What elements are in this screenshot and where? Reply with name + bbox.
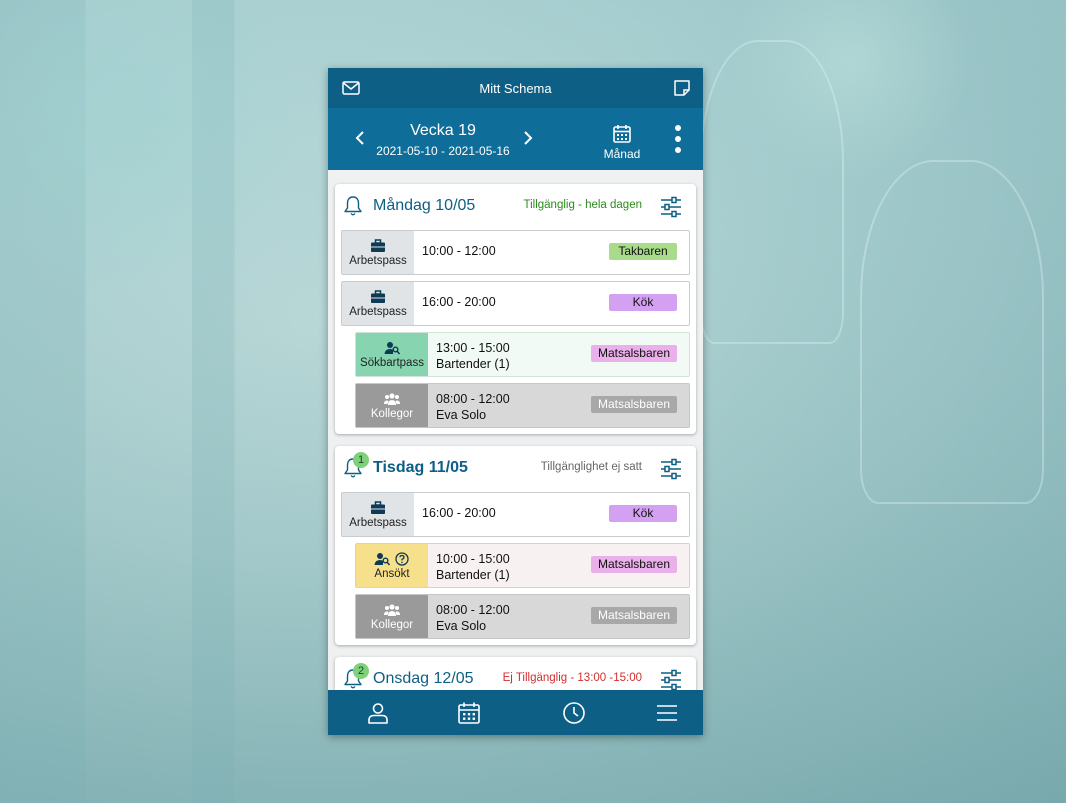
shift-info: 08:00 - 12:00 Eva Solo Matsalsbaren bbox=[428, 595, 689, 638]
day-card: 2 Onsdag 12/05 Ej Tillgänglig - 13:00 -1… bbox=[335, 657, 696, 690]
location-tag: Kök bbox=[609, 294, 677, 311]
search-person-icon bbox=[374, 552, 390, 565]
availability-status[interactable]: Ej Tillgänglig - 13:00 -15:00 bbox=[503, 672, 642, 684]
shift-type-label: Kollegor bbox=[370, 407, 414, 420]
availability-settings-icon[interactable] bbox=[660, 669, 682, 690]
phone-screen: Mitt Schema Vecka 19 2021-05-10 - 2021-0… bbox=[328, 68, 703, 735]
day-header: 2 Onsdag 12/05 Ej Tillgänglig - 13:00 -1… bbox=[341, 663, 690, 690]
shift-info: 08:00 - 12:00 Eva Solo Matsalsbaren bbox=[428, 384, 689, 427]
menu-icon[interactable] bbox=[655, 701, 679, 725]
week-navigator: Vecka 19 2021-05-10 - 2021-05-16 Månad bbox=[328, 108, 703, 170]
app-title: Mitt Schema bbox=[479, 80, 552, 96]
shift-time: 13:00 - 15:00 bbox=[436, 341, 510, 355]
more-options-icon[interactable] bbox=[670, 124, 686, 156]
colleague-row[interactable]: Kollegor 08:00 - 12:00 Eva Solo Matsalsb… bbox=[355, 594, 690, 639]
availability-status[interactable]: Tillgänglighet ej satt bbox=[541, 461, 642, 473]
background-glass bbox=[700, 40, 844, 344]
location-tag: Kök bbox=[609, 505, 677, 522]
calendar-icon bbox=[613, 125, 631, 143]
shift-role: Bartender (1) bbox=[436, 357, 510, 371]
shift-time: 10:00 - 15:00 bbox=[436, 552, 510, 566]
shift-type: Arbetspass bbox=[342, 231, 414, 274]
shift-type-label: Kollegor bbox=[370, 618, 414, 631]
shift-role: Bartender (1) bbox=[436, 568, 510, 582]
shift-time: 08:00 - 12:00 bbox=[436, 392, 510, 406]
shift-info: 16:00 - 20:00 Kök bbox=[414, 493, 689, 536]
day-header: 1 Tisdag 11/05 Tillgänglighet ej satt bbox=[341, 452, 690, 486]
clock-icon[interactable] bbox=[562, 701, 586, 725]
day-title: Onsdag 12/05 bbox=[373, 670, 474, 687]
month-label: Månad bbox=[603, 147, 641, 161]
shift-type: Kollegor bbox=[356, 384, 428, 427]
shift-type-label: Arbetspass bbox=[349, 254, 407, 267]
month-view-button[interactable]: Månad bbox=[602, 124, 642, 161]
shift-type: Sökbartpass bbox=[356, 333, 428, 376]
shift-type-label: Arbetspass bbox=[349, 516, 407, 529]
day-title: Måndag 10/05 bbox=[373, 197, 476, 214]
shift-row[interactable]: Arbetspass 16:00 - 20:00 Kök bbox=[341, 281, 690, 326]
shift-time: 08:00 - 12:00 bbox=[436, 603, 510, 617]
applied-shift-row[interactable]: Ansökt 10:00 - 15:00 Bartender (1) Matsa… bbox=[355, 543, 690, 588]
shift-time: 16:00 - 20:00 bbox=[422, 506, 496, 520]
briefcase-icon bbox=[371, 289, 385, 303]
day-card: 1 Tisdag 11/05 Tillgänglighet ej satt Ar… bbox=[335, 446, 696, 645]
shift-row[interactable]: Arbetspass 10:00 - 12:00 Takbaren bbox=[341, 230, 690, 275]
profile-icon[interactable] bbox=[366, 701, 390, 725]
briefcase-icon bbox=[371, 238, 385, 252]
question-icon bbox=[395, 551, 409, 566]
colleague-row[interactable]: Kollegor 08:00 - 12:00 Eva Solo Matsalsb… bbox=[355, 383, 690, 428]
day-title: Tisdag 11/05 bbox=[373, 459, 468, 476]
calendar-icon[interactable] bbox=[457, 701, 481, 725]
shift-type-label: Ansökt bbox=[374, 567, 410, 580]
shift-type: Arbetspass bbox=[342, 493, 414, 536]
shift-type: Arbetspass bbox=[342, 282, 414, 325]
location-tag: Matsalsbaren bbox=[590, 345, 677, 362]
shift-type-label: Sökbartpass bbox=[360, 356, 424, 369]
shift-type: Kollegor bbox=[356, 595, 428, 638]
shift-type: Ansökt bbox=[356, 544, 428, 587]
app-header: Mitt Schema bbox=[328, 68, 703, 108]
notification-badge: 1 bbox=[353, 452, 369, 468]
open-shift-row[interactable]: Sökbartpass 13:00 - 15:00 Bartender (1) … bbox=[355, 332, 690, 377]
day-card: Måndag 10/05 Tillgänglig - hela dagen Ar… bbox=[335, 184, 696, 434]
shift-row[interactable]: Arbetspass 16:00 - 20:00 Kök bbox=[341, 492, 690, 537]
group-icon bbox=[384, 392, 400, 405]
shift-info: 16:00 - 20:00 Kök bbox=[414, 282, 689, 325]
shift-info: 10:00 - 12:00 Takbaren bbox=[414, 231, 689, 274]
search-person-icon bbox=[384, 341, 400, 354]
note-icon[interactable] bbox=[673, 79, 691, 97]
day-header: Måndag 10/05 Tillgänglig - hela dagen bbox=[341, 190, 690, 224]
notification-badge: 2 bbox=[353, 663, 369, 679]
availability-settings-icon[interactable] bbox=[660, 196, 682, 218]
colleague-name: Eva Solo bbox=[436, 619, 487, 633]
schedule-list[interactable]: Måndag 10/05 Tillgänglig - hela dagen Ar… bbox=[328, 170, 703, 690]
bell-icon[interactable] bbox=[343, 195, 363, 217]
shift-info: 13:00 - 15:00 Bartender (1) Matsalsbaren bbox=[428, 333, 689, 376]
location-tag: Matsalsbaren bbox=[590, 607, 677, 624]
mail-icon[interactable] bbox=[342, 79, 360, 97]
shift-time: 10:00 - 12:00 bbox=[422, 244, 496, 258]
briefcase-icon bbox=[371, 500, 385, 514]
location-tag: Matsalsbaren bbox=[590, 556, 677, 573]
location-tag: Matsalsbaren bbox=[590, 396, 677, 413]
shift-type-label: Arbetspass bbox=[349, 305, 407, 318]
chevron-right-icon[interactable] bbox=[521, 128, 535, 148]
bottom-navigation bbox=[328, 690, 703, 735]
availability-status[interactable]: Tillgänglig - hela dagen bbox=[524, 199, 643, 211]
background-glass bbox=[860, 160, 1044, 504]
location-tag: Takbaren bbox=[609, 243, 677, 260]
group-icon bbox=[384, 603, 400, 616]
availability-settings-icon[interactable] bbox=[660, 458, 682, 480]
shift-info: 10:00 - 15:00 Bartender (1) Matsalsbaren bbox=[428, 544, 689, 587]
shift-time: 16:00 - 20:00 bbox=[422, 295, 496, 309]
colleague-name: Eva Solo bbox=[436, 408, 487, 422]
